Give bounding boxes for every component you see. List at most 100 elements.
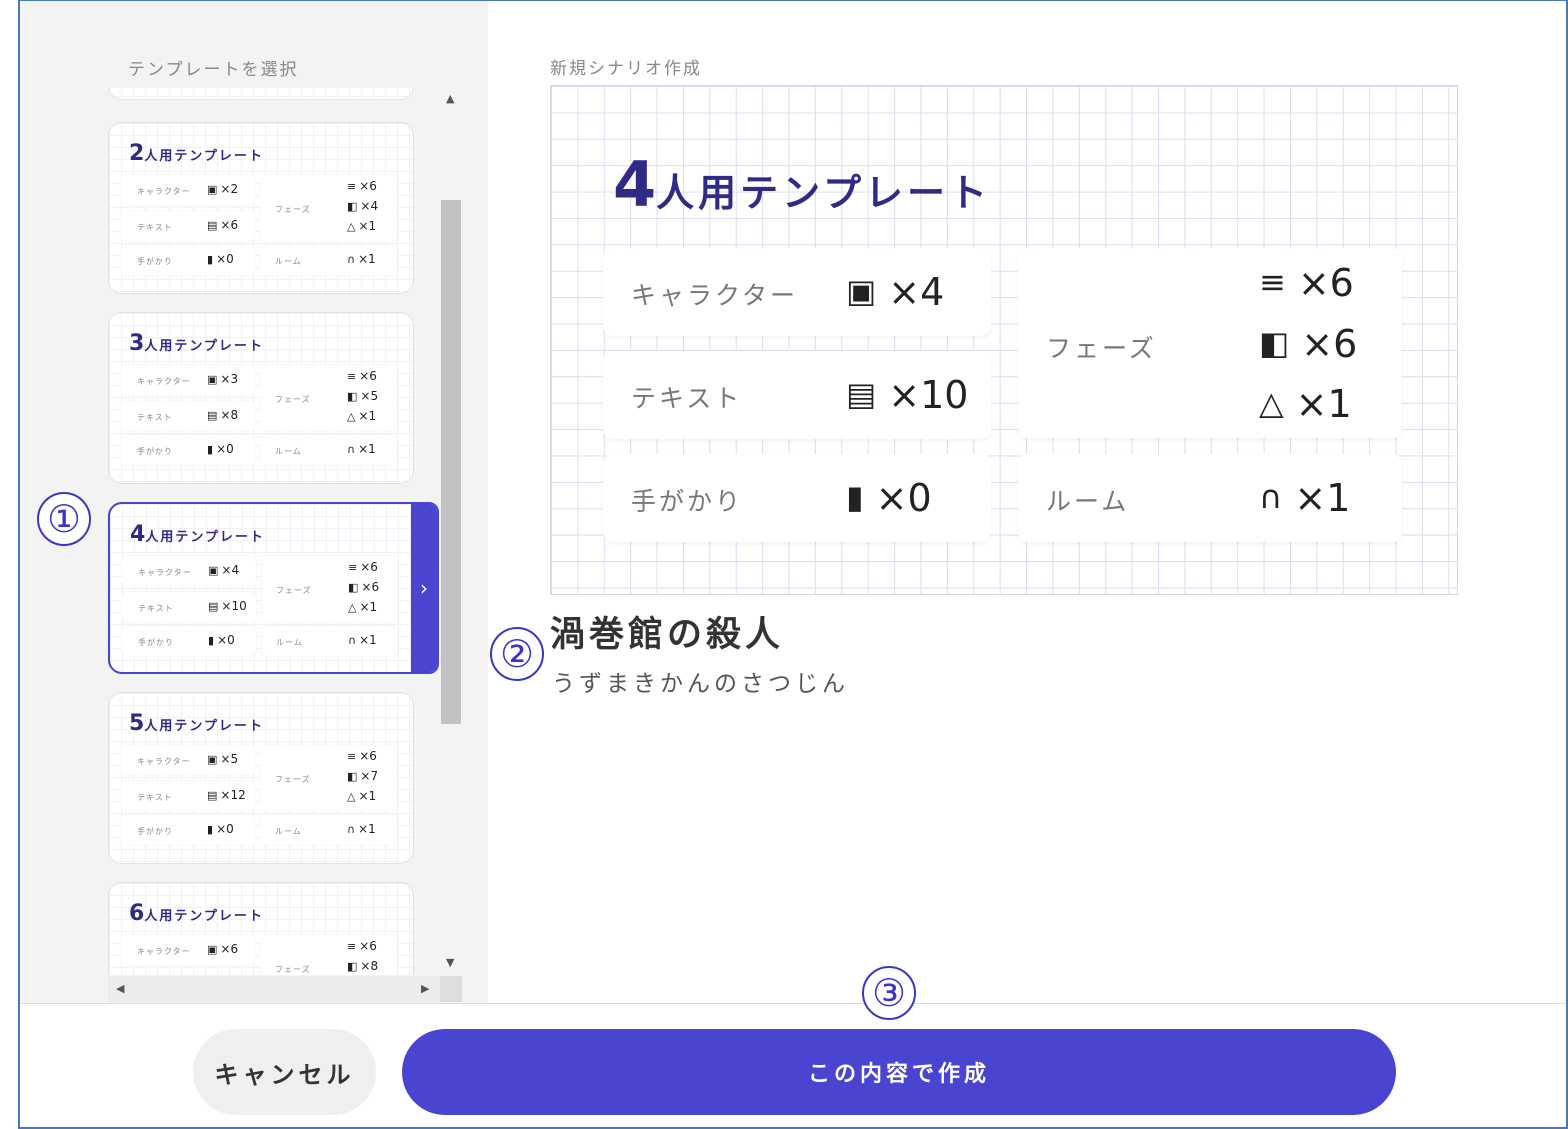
template-card-4-selected[interactable]: 4人用テンプレート キャラクター ▣ ×4 テキスト ▤ ×10 手がかり ▮ ×0 … [108, 502, 439, 674]
clue-label: 手がかり [138, 638, 174, 647]
clipboard-icon: ▤ [846, 375, 877, 413]
character-label: キャラクター [138, 568, 192, 577]
clue-label: 手がかり [137, 827, 173, 836]
vertical-scrollbar-thumb[interactable] [441, 200, 461, 724]
clue-value: ▮ ×0 [207, 252, 234, 266]
text-value: ▤ ×8 [207, 408, 239, 422]
phase-value-2: ◧ ×8 [347, 959, 379, 973]
scrollbar-corner [440, 976, 462, 1002]
scenario-title: 渦巻館の殺人 [550, 615, 785, 655]
room-value: ∩ ×1 [348, 633, 377, 647]
portrait-icon: ▣ [207, 183, 218, 196]
headphones-icon: ∩ [347, 253, 356, 266]
preview-text-label: テキスト [631, 384, 743, 413]
question-card-icon: ▮ [207, 823, 214, 836]
lines-icon: ≡ [1259, 263, 1286, 301]
room-label: ルーム [275, 447, 302, 456]
preview-clue-value: ▮ ×0 [846, 476, 932, 520]
preview-text-value: ▤ ×10 [846, 373, 969, 417]
portrait-icon: ▣ [207, 753, 218, 766]
clue-value: ▮ ×0 [207, 442, 234, 456]
phase-label: フェーズ [275, 395, 311, 404]
question-card-icon: ▮ [207, 443, 214, 456]
text-value: ▤ ×6 [207, 218, 239, 232]
preview-room-value: ∩ ×1 [1259, 476, 1351, 520]
eraser-icon: △ [1259, 384, 1284, 422]
character-value: ▣ ×6 [207, 942, 239, 956]
template-card-5[interactable]: 5人用テンプレート キャラクター ▣ ×5 テキスト ▤ ×12 手がかり ▮ ×0 … [108, 692, 414, 864]
preview-phase-label: フェーズ [1046, 334, 1157, 363]
text-label: テキスト [137, 793, 173, 802]
scroll-left-arrow-icon[interactable]: ◀ [116, 982, 124, 995]
portrait-icon: ▣ [207, 373, 218, 386]
eraser-icon: △ [347, 220, 356, 233]
phase-value-2: ◧ ×5 [347, 389, 379, 403]
template-card-title: 5人用テンプレート [129, 711, 264, 736]
preview-character-value: ▣ ×4 [846, 270, 945, 314]
phase-value-1: ≡ ×6 [347, 939, 377, 953]
phase-value-2: ◧ ×7 [347, 769, 379, 783]
clue-label: 手がかり [137, 447, 173, 456]
phase-value-1: ≡ ×6 [347, 179, 377, 193]
clipboard-icon: ▤ [207, 789, 218, 802]
phase-value-3: △ ×1 [347, 409, 377, 423]
room-value: ∩ ×1 [347, 442, 376, 456]
app-window: テンプレートを選択 2人用テンプレート キャラクター ▣ ×2 テキスト ▤ ×6 … [0, 0, 1568, 1129]
headphones-icon: ∩ [347, 823, 356, 836]
phase-value-1: ≡ ×6 [347, 749, 377, 763]
template-preview: 4人用テンプレート キャラクター ▣ ×4 テキスト ▤ ×10 手がかり ▮ ×0 … [550, 85, 1458, 595]
preview-clue-label: 手がかり [631, 487, 744, 516]
portrait-icon: ▣ [846, 272, 877, 310]
selected-chevron-right-icon: › [411, 504, 437, 672]
character-value: ▣ ×2 [207, 182, 239, 196]
preview-phase-value-2: ◧ ×6 [1259, 322, 1358, 366]
create-button[interactable]: この内容で作成 [402, 1029, 1396, 1115]
portrait-icon: ▣ [207, 943, 218, 956]
room-label: ルーム [276, 638, 303, 647]
phase-value-2: ◧ ×6 [348, 580, 380, 594]
book-icon: ◧ [347, 960, 358, 973]
character-label: キャラクター [137, 947, 191, 956]
scroll-down-arrow-icon[interactable]: ▼ [446, 956, 454, 969]
book-icon: ◧ [348, 581, 359, 594]
scenario-reading: うずまきかんのさつじん [552, 671, 849, 697]
preview-title: 4人用テンプレート [613, 148, 992, 221]
room-value: ∩ ×1 [347, 822, 376, 836]
phase-value-1: ≡ ×6 [347, 369, 377, 383]
phase-value-3: △ ×1 [348, 600, 378, 614]
text-label: テキスト [137, 413, 173, 422]
headphones-icon: ∩ [347, 443, 356, 456]
scroll-right-arrow-icon[interactable]: ▶ [421, 982, 429, 995]
template-list[interactable]: 2人用テンプレート キャラクター ▣ ×2 テキスト ▤ ×6 手がかり ▮ ×0 フ… [100, 88, 440, 975]
phase-label: フェーズ [275, 965, 311, 974]
book-icon: ◧ [1259, 324, 1290, 362]
scroll-up-arrow-icon[interactable]: ▲ [446, 92, 454, 105]
template-card-2[interactable]: 2人用テンプレート キャラクター ▣ ×2 テキスト ▤ ×6 手がかり ▮ ×0 フ… [108, 122, 414, 294]
preview-character-label: キャラクター [631, 281, 799, 310]
lines-icon: ≡ [348, 561, 358, 574]
clue-value: ▮ ×0 [208, 633, 235, 647]
template-card-6[interactable]: 6人用テンプレート キャラクター ▣ ×6 フェーズ ≡ ×6 ◧ ×8 [108, 882, 414, 975]
clipboard-icon: ▤ [207, 409, 218, 422]
annotation-marker-2: ② [490, 627, 544, 681]
character-value: ▣ ×3 [207, 372, 239, 386]
headphones-icon: ∩ [348, 634, 357, 647]
clipboard-icon: ▤ [208, 600, 219, 613]
template-card-title: 6人用テンプレート [129, 901, 264, 926]
character-value: ▣ ×5 [207, 752, 239, 766]
template-card-title: 3人用テンプレート [129, 331, 264, 356]
book-icon: ◧ [347, 200, 358, 213]
portrait-icon: ▣ [208, 564, 219, 577]
cancel-button[interactable]: キャンセル [193, 1029, 376, 1115]
template-card-3[interactable]: 3人用テンプレート キャラクター ▣ ×3 テキスト ▤ ×8 手がかり ▮ ×0 フ… [108, 312, 414, 484]
text-value: ▤ ×12 [207, 788, 246, 802]
room-label: ルーム [275, 827, 302, 836]
horizontal-scrollbar[interactable] [108, 976, 440, 1002]
phase-value-3: △ ×1 [347, 789, 377, 803]
lines-icon: ≡ [347, 750, 357, 763]
annotation-marker-3: ③ [862, 966, 916, 1020]
book-icon: ◧ [347, 770, 358, 783]
template-card-partial[interactable] [108, 88, 414, 100]
preview-phase-value-1: ≡ ×6 [1259, 261, 1354, 305]
lines-icon: ≡ [347, 940, 357, 953]
